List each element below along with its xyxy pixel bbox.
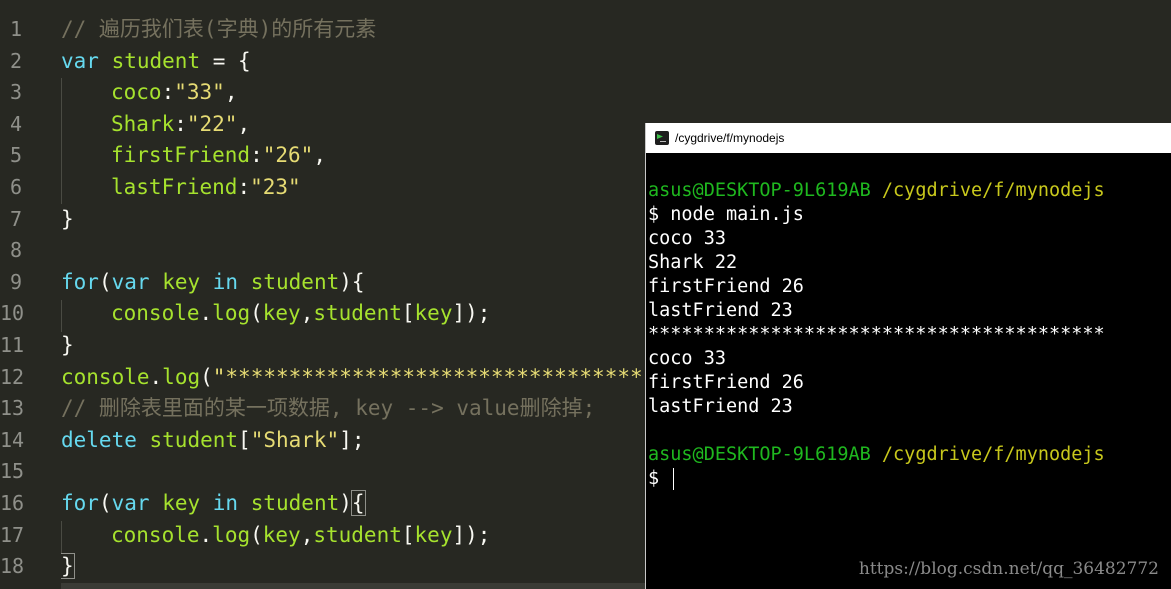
code-area[interactable]: // 遍历我们表(字典)的所有元素 var student = { coco:"… <box>61 14 661 583</box>
code-line-14: delete student["Shark"]; <box>61 427 365 452</box>
line-number: 13 <box>0 396 25 421</box>
line-number: 11 <box>0 332 25 357</box>
output-line: lastFriend 23 <box>648 396 793 417</box>
code-line-4: Shark:"22", <box>111 111 251 136</box>
code-line-7: } <box>61 206 74 231</box>
line-number: 8 <box>9 238 22 263</box>
line-number-gutter: 1 2 3 4 5 6 7 8 9 10 11 12 13 14 15 16 17 18 <box>0 14 40 583</box>
terminal-titlebar[interactable]: /cygdrive/f/mynodejs <box>646 123 1171 153</box>
terminal-window[interactable]: /cygdrive/f/mynodejs asus@DESKTOP-9L619A… <box>645 123 1171 589</box>
prompt-line: asus@DESKTOP-9L619AB /cygdrive/f/mynodej… <box>648 444 1105 465</box>
line-number: 18 <box>0 554 25 579</box>
line-number: 10 <box>0 301 25 326</box>
terminal-title: /cygdrive/f/mynodejs <box>675 131 785 145</box>
prompt-line: asus@DESKTOP-9L619AB /cygdrive/f/mynodej… <box>648 180 1105 201</box>
line-number: 6 <box>9 174 22 199</box>
line-number: 7 <box>9 206 22 231</box>
terminal-icon <box>655 131 669 145</box>
code-line-3: coco:"33", <box>111 80 238 105</box>
code-line-6: lastFriend:"23" <box>111 174 301 199</box>
line-number: 15 <box>0 459 25 484</box>
output-line: coco 33 <box>648 228 726 249</box>
output-line: firstFriend 26 <box>648 276 804 297</box>
line-number: 5 <box>9 143 22 168</box>
output-line: Shark 22 <box>648 252 738 273</box>
code-line-9: for(var key in student){ <box>61 269 365 294</box>
code-line-2: var student = { <box>61 48 251 73</box>
line-number: 14 <box>0 427 25 452</box>
line-number: 1 <box>9 17 22 41</box>
code-line-1: // 遍历我们表(字典)的所有元素 <box>61 17 377 41</box>
code-line-17: console.log(key,student[key]); <box>111 522 491 547</box>
command-line: $ node main.js <box>648 204 804 225</box>
line-number: 17 <box>0 522 25 547</box>
line-number: 2 <box>9 48 22 73</box>
code-line-5: firstFriend:"26", <box>111 143 326 168</box>
line-number: 12 <box>0 364 25 389</box>
line-number: 16 <box>0 490 25 515</box>
watermark: https://blog.csdn.net/qq_36482772 <box>858 559 1159 579</box>
line-number: 9 <box>9 269 22 294</box>
line-number: 4 <box>9 111 22 136</box>
code-line-10: console.log(key,student[key]); <box>111 301 491 326</box>
code-line-13: // 删除表里面的某一项数据, key --> value删除掉; <box>61 396 596 421</box>
input-line[interactable]: $ <box>646 467 1171 491</box>
line-number: 3 <box>9 80 22 105</box>
terminal-output[interactable]: asus@DESKTOP-9L619AB /cygdrive/f/mynodej… <box>646 153 1171 491</box>
text-cursor <box>673 468 675 490</box>
output-line: coco 33 <box>648 348 726 369</box>
code-line-16: for(var key in student){ <box>61 489 366 516</box>
output-line: lastFriend 23 <box>648 300 793 321</box>
code-line-11: } <box>61 332 74 357</box>
output-line: firstFriend 26 <box>648 372 804 393</box>
code-line-18: } <box>61 553 75 580</box>
separator-line: ****************************************… <box>648 324 1105 345</box>
code-line-12: console.log("***************************… <box>61 364 643 389</box>
horizontal-scrollbar[interactable] <box>61 583 645 589</box>
